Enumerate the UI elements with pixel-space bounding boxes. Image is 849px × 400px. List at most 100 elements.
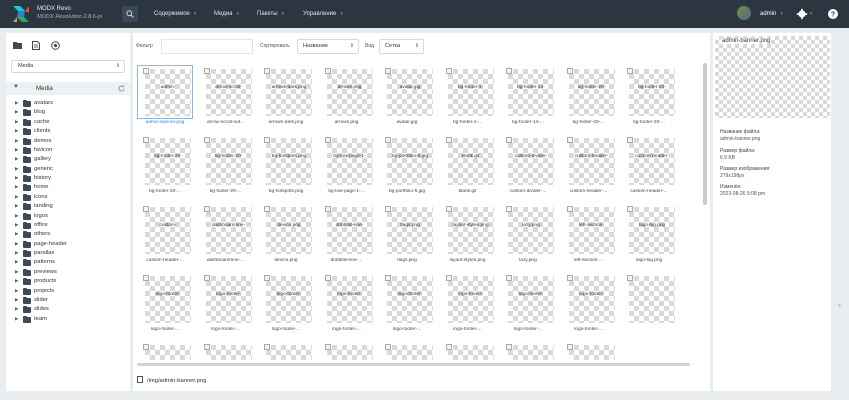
tree-folder-item[interactable]: ▶ landing	[6, 202, 130, 211]
file-thumbnail[interactable]: logo-footer-logo-footer-...	[438, 272, 498, 332]
file-thumbnail[interactable]: logo-footer-logo-footer-...	[317, 272, 377, 332]
file-thumbnail[interactable]: layout-styles.png layout-styles.png	[438, 203, 498, 263]
file-thumbnail[interactable]	[559, 341, 619, 360]
tree-folder-item[interactable]: ▶ projects	[6, 287, 130, 296]
expand-right-icon[interactable]: ▶	[15, 100, 18, 106]
expand-right-icon[interactable]: ▶	[15, 241, 18, 247]
file-thumbnail[interactable]	[619, 272, 679, 332]
file-thumbnail[interactable]: bg-hotspots.png bg-hotspots.png	[256, 134, 316, 194]
expand-right-icon[interactable]: ▶	[15, 194, 18, 200]
expand-down-icon[interactable]: ▼	[13, 84, 19, 90]
tree-folder-item[interactable]: ▶ home	[6, 183, 130, 192]
expand-right-icon[interactable]: ▶	[15, 213, 18, 219]
file-thumbnail[interactable]: custom-header-custom-header-...	[619, 134, 679, 194]
expand-right-icon[interactable]: ▶	[15, 147, 18, 153]
tree-folder-item[interactable]: ▶ logos	[6, 212, 130, 221]
file-thumbnail[interactable]: custom-header-custom-header-...	[559, 134, 619, 194]
tree-folder-item[interactable]: ▶ clients	[6, 127, 130, 136]
file-thumbnail[interactable]: logo-footer-logo-footer-...	[559, 272, 619, 332]
file-thumbnail[interactable]: logo-footer-logo-footer-...	[377, 272, 437, 332]
help-icon[interactable]: ?	[827, 8, 839, 20]
file-thumbnail[interactable]: dribbble-line-dribbble-line-...	[317, 203, 377, 263]
file-thumbnail[interactable]: device.png device.png	[256, 203, 316, 263]
gear-icon[interactable]	[796, 8, 808, 20]
user-menu[interactable]: admin ▾	[760, 0, 783, 28]
file-thumbnail[interactable]: blank.gif blank.gif	[438, 134, 498, 194]
sort-select[interactable]: Название ⇕	[297, 39, 359, 54]
file-thumbnail[interactable]: custom-custom-header-...	[135, 203, 195, 263]
tree-folder-item[interactable]: ▶ office	[6, 221, 130, 230]
horizontal-scrollbar[interactable]	[137, 363, 690, 366]
file-thumbnail[interactable]	[438, 341, 498, 360]
tree-root[interactable]: ▼ Media	[6, 82, 130, 95]
file-thumbnail[interactable]: logo-footer-logo-footer-...	[498, 272, 558, 332]
expand-right-icon[interactable]: ▶	[15, 166, 18, 172]
expand-right-icon[interactable]: ▶	[15, 175, 18, 181]
file-thumbnail[interactable]: logo-big.png logo-big.png	[619, 203, 679, 263]
tree-folder-item[interactable]: ▶ history	[6, 174, 130, 183]
tree-folder-item[interactable]: ▶ previews	[6, 268, 130, 277]
view-select[interactable]: Сетка ⇕	[379, 39, 424, 54]
file-thumbnail[interactable]	[317, 341, 377, 360]
file-thumbnail[interactable]: logo-footer-logo-footer-...	[196, 272, 256, 332]
expand-right-icon[interactable]: ▶	[15, 109, 18, 115]
tree-folder-item[interactable]: ▶ blog	[6, 108, 130, 117]
global-search-button[interactable]	[122, 6, 138, 22]
tree-folder-item[interactable]: ▶ slider	[6, 296, 130, 305]
expand-right-icon[interactable]: ▶	[15, 306, 18, 312]
expand-right-icon[interactable]: ▶	[15, 231, 18, 237]
tree-folder-item[interactable]: ▶ favicon	[6, 146, 130, 155]
expand-right-icon[interactable]: ▶	[15, 269, 18, 275]
file-thumbnail[interactable]: bg-footer-20- bg-footer-20-...	[559, 65, 619, 125]
image-preview[interactable]: admin-banner.png	[715, 36, 830, 118]
file-thumbnail[interactable]: logo-footer-logo-footer-...	[135, 272, 195, 332]
file-thumbnail[interactable]: bg-low-page-1- bg-low-page-1-...	[317, 134, 377, 194]
expand-right-icon[interactable]: ▶	[15, 250, 18, 256]
menu-content[interactable]: Содержимое ▾	[154, 0, 196, 28]
expand-right-icon[interactable]: ▶	[15, 278, 18, 284]
file-thumbnail[interactable]: bg-footer-20- bg-footer-20-...	[135, 134, 195, 194]
file-thumbnail[interactable]: custom-divider-custom-divider-...	[498, 134, 558, 194]
tree-folder-item[interactable]: ▶ demos	[6, 137, 130, 146]
menu-media[interactable]: Медиа ▾	[214, 0, 239, 28]
tree-folder-item[interactable]: ▶ icons	[6, 193, 130, 202]
expand-right-icon[interactable]: ▶	[15, 156, 18, 162]
tree-folder-item[interactable]: ▶ cache	[6, 118, 130, 127]
modx-logo-icon[interactable]	[11, 4, 31, 24]
expand-right-icon[interactable]: ▶	[15, 316, 18, 322]
expand-right-icon[interactable]: ▶	[15, 222, 18, 228]
expand-right-icon[interactable]: ▶	[15, 119, 18, 125]
file-thumbnail[interactable]: admin-admin-banner.png	[135, 65, 195, 125]
file-thumbnail[interactable]: logo-footer-logo-footer-...	[256, 272, 316, 332]
new-file-icon[interactable]	[32, 41, 40, 50]
file-thumbnail[interactable]	[498, 341, 558, 360]
upload-icon[interactable]	[51, 41, 60, 50]
panel-collapse-handle[interactable]: ≡	[838, 303, 841, 309]
file-thumbnail[interactable]: bg-footer-14- bg-footer-14-...	[498, 65, 558, 125]
file-thumbnail[interactable]: left-section-left-section-...	[559, 203, 619, 263]
file-thumbnail[interactable]	[377, 341, 437, 360]
menu-packages[interactable]: Пакеты ▾	[257, 0, 284, 28]
file-thumbnail[interactable]: bg-footer-20- bg-footer-20-...	[619, 65, 679, 125]
tree-folder-item[interactable]: ▶ parallax	[6, 249, 130, 258]
avatar[interactable]	[737, 6, 751, 20]
tree-folder-item[interactable]: ▶ page-header	[6, 240, 130, 249]
file-thumbnail[interactable]: arrows.png arrows.png	[317, 65, 377, 125]
tree-folder-item[interactable]: ▶ patterns	[6, 258, 130, 267]
file-thumbnail[interactable]	[196, 341, 256, 360]
file-thumbnail[interactable]: avatar.jpg avatar.jpg	[377, 65, 437, 125]
menu-manage[interactable]: Управление ▾	[303, 0, 343, 28]
file-thumbnail[interactable]: arrows-dark.png arrows-dark.png	[256, 65, 316, 125]
new-folder-icon[interactable]	[13, 41, 22, 49]
expand-right-icon[interactable]: ▶	[15, 138, 18, 144]
file-thumbnail[interactable]: bg-footer-1- bg-footer-1-...	[438, 65, 498, 125]
vertical-scrollbar[interactable]	[703, 63, 707, 205]
tree-folder-item[interactable]: ▶ others	[6, 230, 130, 239]
filter-input[interactable]	[161, 39, 253, 54]
file-thumbnail[interactable]: bg-footer-20- bg-footer-20-...	[196, 134, 256, 194]
expand-right-icon[interactable]: ▶	[15, 288, 18, 294]
expand-right-icon[interactable]: ▶	[15, 203, 18, 209]
tree-folder-item[interactable]: ▶ team	[6, 315, 130, 324]
tree-folder-item[interactable]: ▶ avatars	[6, 99, 130, 108]
tree-folder-item[interactable]: ▶ gallery	[6, 155, 130, 164]
